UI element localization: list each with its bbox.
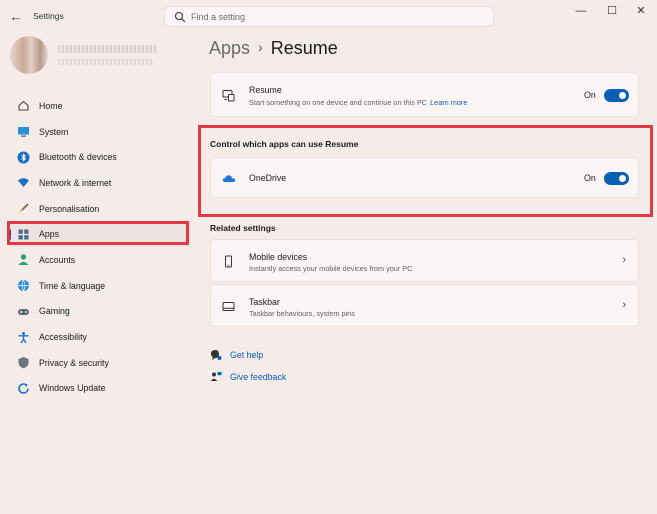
sidebar-item-network[interactable]: Network & internet [8, 170, 191, 196]
breadcrumb-root[interactable]: Apps [209, 38, 250, 58]
brush-icon [19, 203, 29, 214]
breadcrumb: Apps › Resume [209, 38, 338, 59]
resume-description-text: Start something on one device and contin… [249, 98, 428, 107]
home-icon [18, 101, 29, 111]
learn-more-link[interactable]: Learn more [430, 98, 467, 107]
onedrive-toggle-state: On [584, 173, 596, 183]
chevron-right-icon: › [622, 254, 626, 266]
resume-icon [222, 90, 235, 102]
sidebar-item-label: Personalisation [39, 203, 100, 214]
profile-name-redacted [58, 45, 158, 53]
taskbar-title: Taskbar [249, 297, 280, 307]
sidebar-item-label: Time & language [39, 280, 106, 291]
sidebar-item-privacy-security[interactable]: Privacy & security [8, 350, 191, 376]
sidebar-nav: Home System Bluetooth & devices Network … [8, 93, 191, 401]
sidebar-item-label: Accounts [39, 254, 76, 265]
shield-icon [18, 357, 29, 369]
taskbar-icon [222, 302, 235, 311]
sidebar-item-windows-update[interactable]: Windows Update [8, 376, 191, 402]
taskbar-card[interactable]: Taskbar Taskbar behaviours, system pins … [210, 284, 639, 327]
sidebar-item-bluetooth[interactable]: Bluetooth & devices [8, 144, 191, 170]
sidebar-item-time-language[interactable]: Time & language [8, 273, 191, 299]
onedrive-cloud-icon [222, 175, 236, 182]
phone-icon [225, 255, 232, 268]
sidebar-item-gaming[interactable]: Gaming [8, 299, 191, 325]
sidebar-item-accessibility[interactable]: Accessibility [8, 324, 191, 350]
wifi-icon [18, 178, 29, 188]
sidebar-item-label: Gaming [39, 306, 70, 317]
mobile-devices-card[interactable]: Mobile devices Instantly access your mob… [210, 239, 639, 282]
sidebar-item-label: Bluetooth & devices [39, 152, 117, 163]
title-bar: ← Settings — ☐ ✕ [0, 0, 657, 34]
mobile-devices-description: Instantly access your mobile devices fro… [249, 264, 413, 273]
help-icon [211, 350, 222, 360]
onedrive-toggle[interactable] [604, 172, 629, 185]
close-button[interactable]: ✕ [627, 4, 655, 18]
control-section-heading: Control which apps can use Resume [210, 139, 359, 149]
sidebar-item-system[interactable]: System [8, 119, 191, 145]
sidebar-item-label: Privacy & security [39, 357, 109, 368]
chevron-right-icon: › [622, 299, 626, 311]
search-icon [174, 11, 186, 23]
sidebar-item-accounts[interactable]: Accounts [8, 247, 191, 273]
system-icon [18, 127, 29, 137]
accessibility-icon [18, 331, 29, 343]
resume-title: Resume [249, 85, 282, 95]
sidebar-item-home[interactable]: Home [8, 93, 191, 119]
sidebar-item-label: Accessibility [39, 332, 87, 343]
get-help-label: Get help [230, 350, 264, 360]
sidebar-item-label: Windows Update [39, 383, 106, 394]
resume-toggle[interactable] [604, 89, 629, 102]
feedback-icon [210, 372, 222, 381]
give-feedback-label: Give feedback [230, 372, 287, 382]
update-icon [18, 383, 29, 394]
breadcrumb-separator: › [258, 39, 263, 55]
related-settings-heading: Related settings [210, 223, 276, 233]
profile-email-redacted [58, 59, 154, 65]
gamepad-icon [18, 308, 29, 315]
minimize-button[interactable]: — [567, 4, 595, 18]
sidebar-item-label: System [39, 126, 69, 137]
onedrive-setting-card: OneDrive On [210, 157, 639, 198]
onedrive-label: OneDrive [249, 173, 287, 183]
sidebar-item-label: Home [39, 100, 63, 111]
person-icon [18, 254, 29, 266]
user-profile[interactable] [10, 36, 158, 74]
maximize-button[interactable]: ☐ [598, 4, 626, 18]
sidebar-item-label: Network & internet [39, 177, 112, 188]
resume-description: Start something on one device and contin… [249, 98, 467, 107]
page-title: Resume [270, 38, 338, 58]
give-feedback-link[interactable]: Give feedback [210, 371, 286, 383]
back-button[interactable]: ← [8, 9, 24, 25]
resume-setting-card: Resume Start something on one device and… [210, 72, 639, 117]
avatar [10, 36, 48, 74]
globe-icon [18, 279, 29, 292]
search-box[interactable] [164, 6, 494, 27]
highlight-box-apps [7, 221, 189, 245]
mobile-devices-title: Mobile devices [249, 252, 308, 262]
resume-toggle-state: On [584, 90, 596, 100]
search-input[interactable] [191, 9, 481, 24]
taskbar-description: Taskbar behaviours, system pins [249, 309, 355, 318]
app-title: Settings [33, 11, 64, 21]
sidebar-item-personalisation[interactable]: Personalisation [8, 196, 191, 222]
get-help-link[interactable]: Get help [210, 349, 263, 361]
bluetooth-icon [17, 151, 30, 164]
